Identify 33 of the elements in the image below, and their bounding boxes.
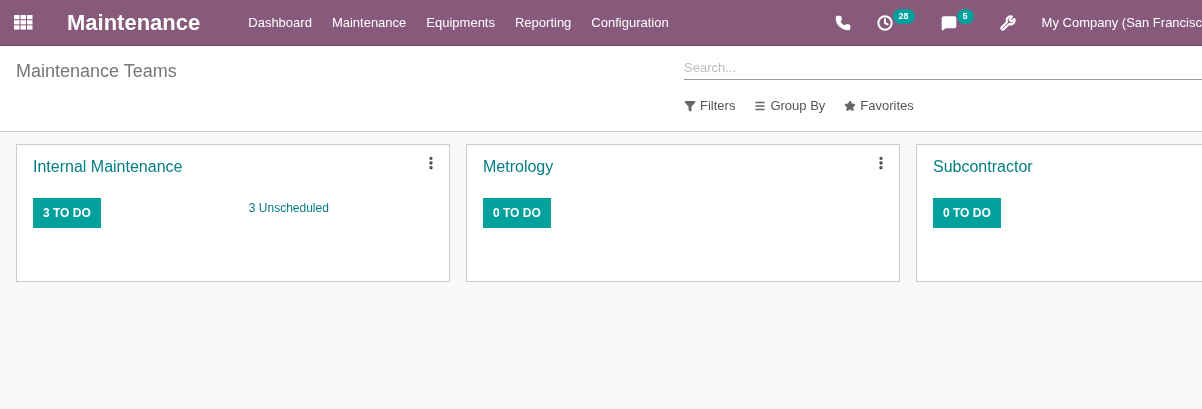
systray-button[interactable] <box>876 14 893 31</box>
search-option-button[interactable]: Filters <box>684 96 736 116</box>
menu-item[interactable]: Configuration <box>591 12 669 33</box>
clock-icon <box>876 14 893 31</box>
apps-grid-icon[interactable] <box>14 15 33 30</box>
search-option-button[interactable]: Favorites <box>844 96 914 116</box>
phone-icon <box>834 14 851 31</box>
app-title: Maintenance <box>67 9 201 37</box>
systray-button[interactable] <box>834 14 851 31</box>
systray-button[interactable] <box>999 14 1016 31</box>
menu-item[interactable]: Dashboard <box>248 12 312 33</box>
tools-icon <box>999 14 1016 31</box>
filter-icon <box>684 99 696 112</box>
team-name[interactable]: Internal Maintenance <box>33 158 183 175</box>
systray-button[interactable] <box>940 14 957 31</box>
team-name[interactable]: Subcontractor <box>933 158 1033 175</box>
menu-item[interactable]: Reporting <box>515 12 572 33</box>
search-field[interactable]: Search... <box>684 56 1202 80</box>
breadcrumb-title: Maintenance Teams <box>16 61 177 81</box>
todo-button[interactable]: 3 TO DO <box>33 198 101 228</box>
list-icon <box>754 99 767 112</box>
company-switcher[interactable]: My Company (San Francisc <box>1041 12 1202 33</box>
star-icon <box>844 99 857 112</box>
menu-item[interactable]: Maintenance <box>331 12 407 33</box>
count-badge: 28 <box>892 8 915 24</box>
menu-item[interactable]: Equipments <box>426 12 495 33</box>
todo-button[interactable]: 0 TO DO <box>483 198 551 228</box>
team-name[interactable]: Metrology <box>483 158 554 175</box>
chat-icon <box>940 14 957 31</box>
todo-button[interactable]: 0 TO DO <box>933 198 1001 228</box>
count-badge: 5 <box>956 8 974 24</box>
unscheduled-link[interactable]: 3 Unscheduled <box>248 199 329 217</box>
search-option-button[interactable]: Group By <box>754 96 826 116</box>
